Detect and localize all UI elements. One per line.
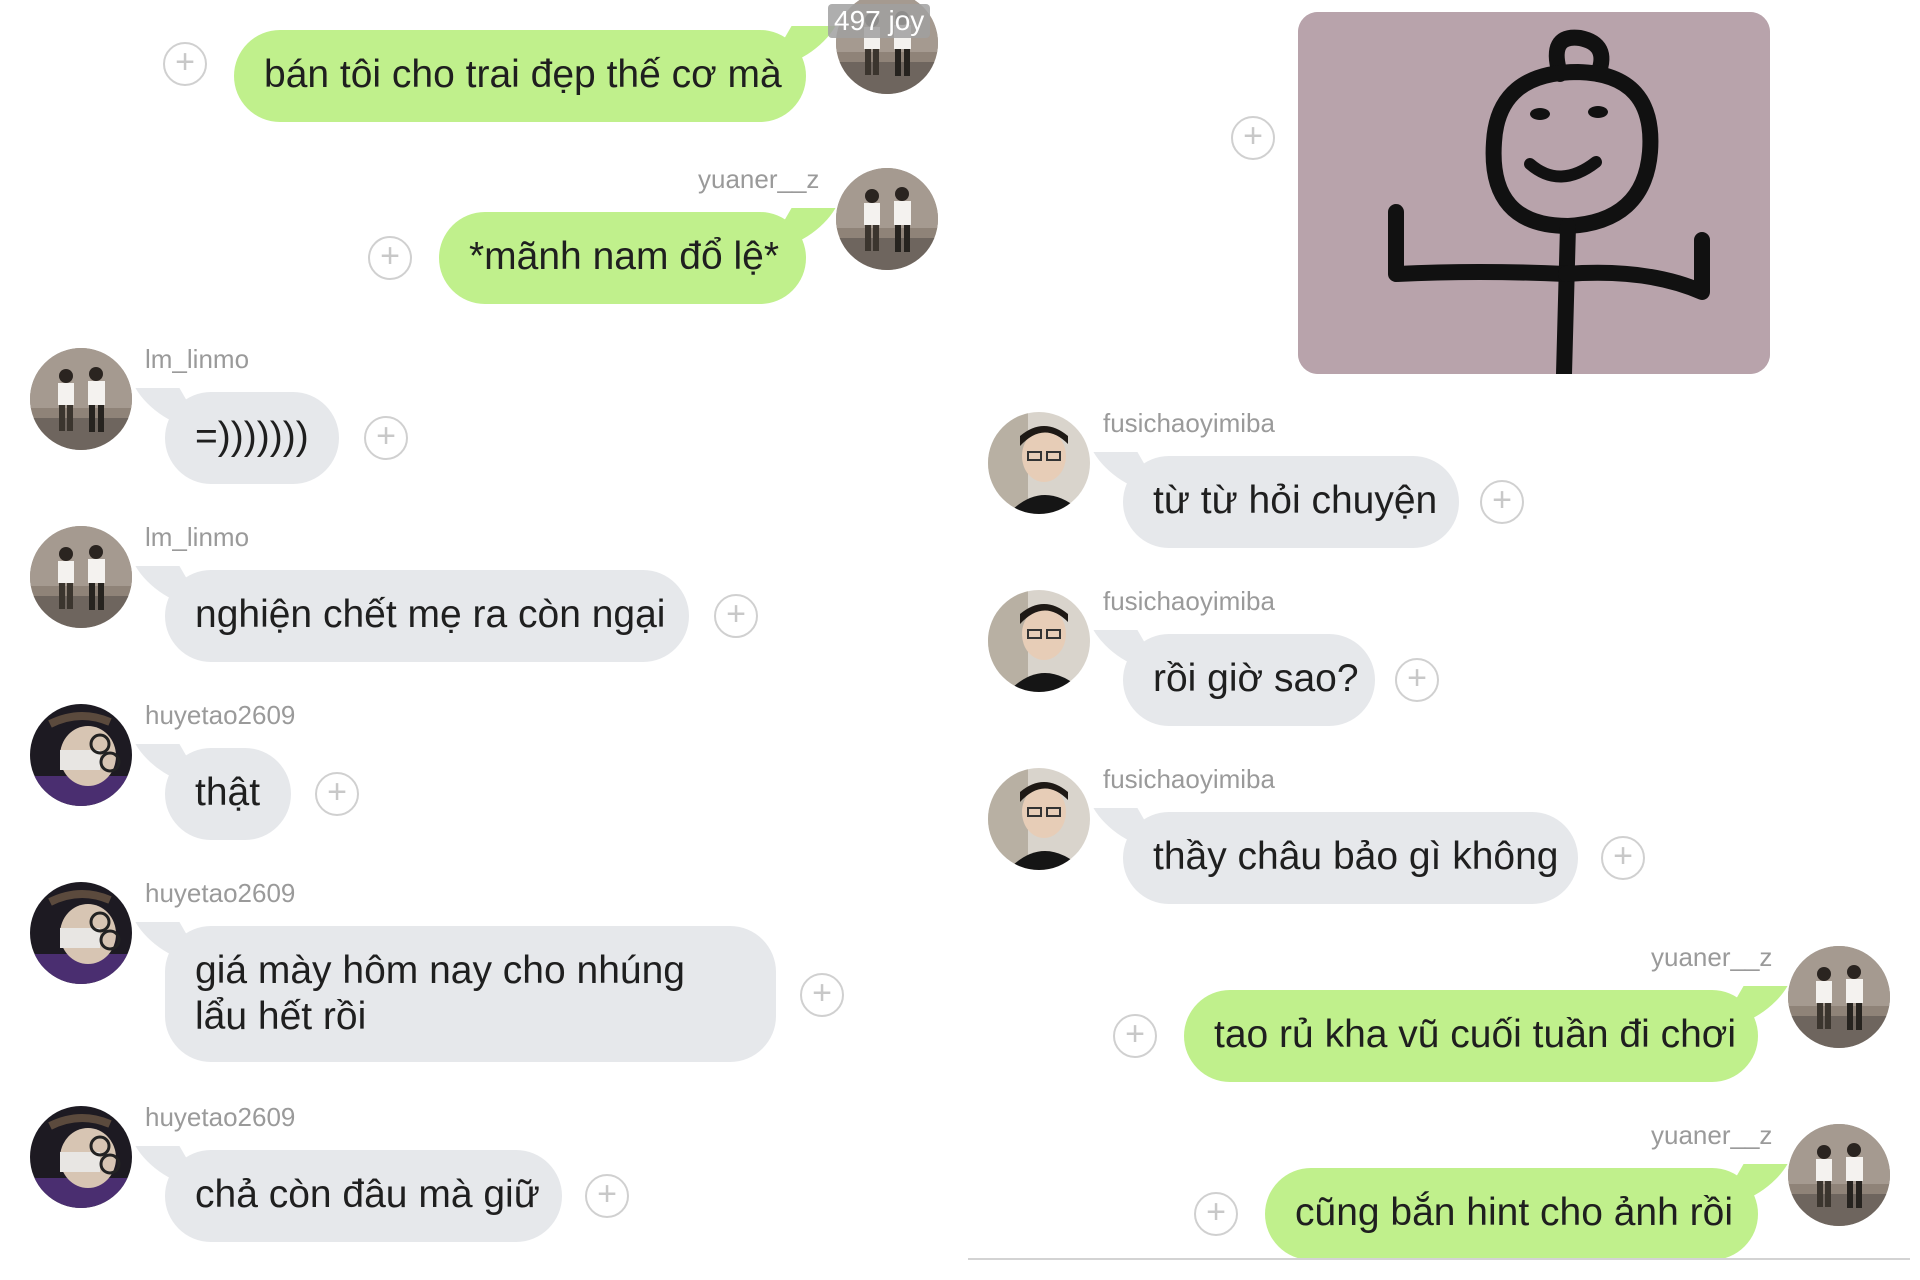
- dancers-avatar[interactable]: [836, 168, 938, 270]
- sender-name: huyetao2609: [145, 878, 296, 908]
- message-bubble[interactable]: thầy châu bảo gì không: [1123, 812, 1578, 904]
- dancers-avatar[interactable]: [1788, 946, 1890, 1048]
- portrait-avatar[interactable]: [988, 768, 1090, 870]
- add-reaction-icon[interactable]: +: [585, 1174, 629, 1218]
- dancers-avatar[interactable]: [30, 526, 132, 628]
- portrait-avatar[interactable]: [988, 412, 1090, 514]
- add-reaction-icon[interactable]: +: [163, 42, 207, 86]
- sender-name: yuaner__z: [698, 164, 820, 194]
- add-reaction-icon[interactable]: +: [364, 416, 408, 460]
- message-bubble[interactable]: chả còn đâu mà giữ: [165, 1150, 562, 1242]
- message-bubble[interactable]: cũng bắn hint cho ảnh rồi: [1265, 1168, 1758, 1260]
- add-reaction-icon[interactable]: +: [1601, 836, 1645, 880]
- add-reaction-icon[interactable]: +: [1480, 480, 1524, 524]
- glasses-avatar[interactable]: [30, 1106, 132, 1208]
- right-chat-panel: + fusichaoyimiba từ từ hỏi chuyện + fusi…: [968, 0, 1920, 1280]
- message-bubble[interactable]: tao rủ kha vũ cuối tuần đi chơi: [1184, 990, 1758, 1082]
- sender-name: yuaner__z: [1651, 1120, 1773, 1150]
- joy-badge: 497 joy: [828, 4, 931, 38]
- stick-figure-sticker[interactable]: [1298, 12, 1770, 374]
- message-bubble[interactable]: =))))))): [165, 392, 339, 484]
- message-bubble[interactable]: nghiện chết mẹ ra còn ngại: [165, 570, 689, 662]
- bottom-divider: [968, 1258, 1910, 1260]
- message-bubble[interactable]: *mãnh nam đổ lệ*: [439, 212, 806, 304]
- add-reaction-icon[interactable]: +: [1113, 1014, 1157, 1058]
- sender-name: lm_linmo: [145, 522, 250, 552]
- portrait-avatar[interactable]: [988, 590, 1090, 692]
- message-bubble[interactable]: rồi giờ sao?: [1123, 634, 1375, 726]
- left-chat-panel: 497 joy + bán tôi cho trai đẹp thế cơ mà…: [0, 0, 960, 1280]
- message-bubble[interactable]: thật: [165, 748, 291, 840]
- sender-name: fusichaoyimiba: [1103, 408, 1275, 438]
- glasses-avatar[interactable]: [30, 704, 132, 806]
- sender-name: huyetao2609: [145, 700, 296, 730]
- glasses-avatar[interactable]: [30, 882, 132, 984]
- message-bubble[interactable]: từ từ hỏi chuyện: [1123, 456, 1459, 548]
- add-reaction-icon[interactable]: +: [1194, 1192, 1238, 1236]
- message-bubble[interactable]: giá mày hôm nay cho nhúng lẩu hết rồi: [165, 926, 776, 1062]
- add-reaction-icon[interactable]: +: [315, 772, 359, 816]
- sender-name: huyetao2609: [145, 1102, 296, 1132]
- add-reaction-icon[interactable]: +: [800, 973, 844, 1017]
- sender-name: fusichaoyimiba: [1103, 764, 1275, 794]
- add-reaction-icon[interactable]: +: [368, 236, 412, 280]
- sender-name: yuaner__z: [1651, 942, 1773, 972]
- add-reaction-icon[interactable]: +: [1395, 658, 1439, 702]
- message-bubble[interactable]: bán tôi cho trai đẹp thế cơ mà: [234, 30, 806, 122]
- sender-name: lm_linmo: [145, 344, 250, 374]
- dancers-avatar[interactable]: [30, 348, 132, 450]
- dancers-avatar[interactable]: [1788, 1124, 1890, 1226]
- add-reaction-icon[interactable]: +: [1231, 116, 1275, 160]
- add-reaction-icon[interactable]: +: [714, 594, 758, 638]
- sender-name: fusichaoyimiba: [1103, 586, 1275, 616]
